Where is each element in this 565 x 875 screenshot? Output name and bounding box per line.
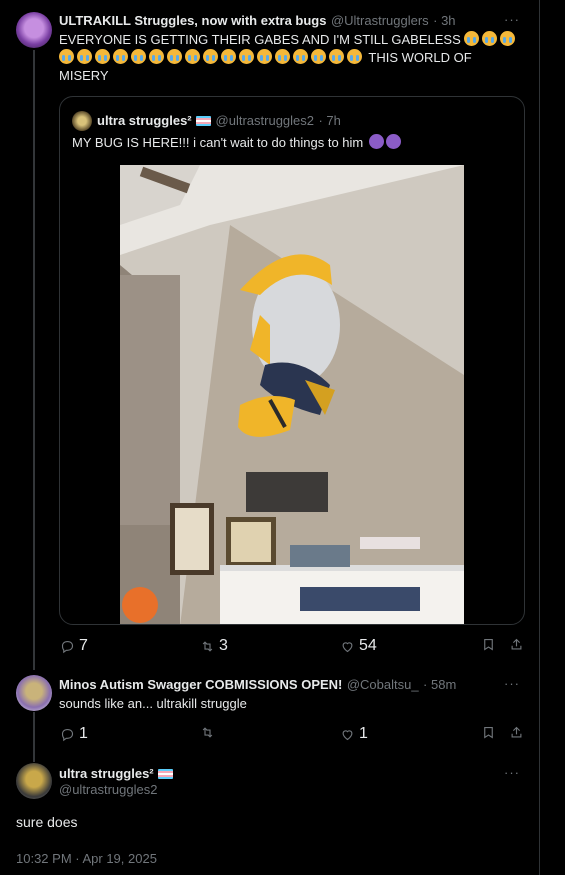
crying-emoji-icon bbox=[239, 49, 254, 64]
heart-icon bbox=[342, 729, 353, 740]
share-icon bbox=[511, 726, 522, 738]
display-name[interactable]: ultra struggles² bbox=[59, 766, 154, 781]
avatar[interactable] bbox=[16, 12, 52, 48]
repost-button[interactable] bbox=[200, 725, 219, 740]
quote-display-name[interactable]: ultra struggles² bbox=[97, 113, 192, 128]
crying-emoji-icon bbox=[329, 49, 344, 64]
post-text-line: THIS WORLD OF bbox=[368, 50, 472, 65]
crying-emoji-icon bbox=[464, 31, 480, 46]
reply-button[interactable]: 1 bbox=[60, 725, 88, 743]
crying-emoji-icon bbox=[131, 49, 146, 64]
crying-emoji-icon bbox=[221, 49, 236, 64]
heart-icon bbox=[342, 641, 353, 652]
bookmark-icon bbox=[484, 726, 493, 739]
quote-text-line: MY BUG IS HERE!!! i can't wait to do thi… bbox=[72, 135, 364, 150]
handle[interactable]: @Cobaltsu_ bbox=[347, 677, 419, 692]
crying-emoji-icon bbox=[500, 31, 516, 46]
crying-emoji-icon bbox=[203, 49, 218, 64]
post-time[interactable]: · 58m bbox=[423, 677, 456, 692]
like-button[interactable]: 1 bbox=[340, 725, 368, 743]
post-timestamp[interactable]: 10:32 PM · Apr 19, 2025 bbox=[16, 851, 157, 866]
crying-emoji-icon bbox=[257, 49, 272, 64]
quote-time[interactable]: · 7h bbox=[318, 113, 340, 128]
post-text: sure does bbox=[16, 814, 78, 830]
display-name[interactable]: Minos Autism Swagger COBMISSIONS OPEN! bbox=[59, 677, 342, 692]
post-original[interactable]: ULTRAKILL Struggles, now with extra bugs… bbox=[0, 0, 540, 665]
crying-emoji-icon bbox=[275, 49, 290, 64]
avatar[interactable] bbox=[16, 675, 52, 711]
crying-emoji-icon bbox=[95, 49, 110, 64]
trans-flag-icon bbox=[196, 116, 212, 126]
avatar[interactable] bbox=[16, 763, 52, 799]
reply-icon bbox=[61, 728, 74, 741]
quote-text: MY BUG IS HERE!!! i can't wait to do thi… bbox=[72, 134, 401, 152]
repost-icon bbox=[202, 727, 213, 738]
crying-emoji-icon bbox=[185, 49, 200, 64]
more-options-icon[interactable]: ··· bbox=[504, 676, 520, 691]
quote-handle[interactable]: @ultrastruggles2 bbox=[216, 113, 314, 128]
repost-count: 3 bbox=[219, 637, 228, 654]
reply-count: 1 bbox=[79, 725, 88, 742]
more-options-icon[interactable]: ··· bbox=[504, 12, 520, 27]
repost-button[interactable]: 3 bbox=[200, 637, 228, 655]
smiling-devil-emoji-icon bbox=[385, 134, 401, 149]
bookmark-icon bbox=[484, 638, 493, 651]
like-count: 1 bbox=[359, 725, 368, 742]
repost-icon bbox=[202, 640, 213, 652]
reply-icon bbox=[61, 640, 74, 653]
reply-button[interactable]: 7 bbox=[60, 637, 88, 655]
post-time[interactable]: · 3h bbox=[433, 13, 455, 28]
trans-flag-icon bbox=[158, 769, 174, 779]
crying-emoji-icon bbox=[149, 49, 164, 64]
crying-emoji-icon bbox=[59, 49, 74, 64]
display-name[interactable]: ULTRAKILL Struggles, now with extra bugs bbox=[59, 13, 326, 28]
crying-emoji-icon bbox=[293, 49, 308, 64]
handle[interactable]: @Ultrastrugglers bbox=[331, 13, 429, 28]
reply-count: 7 bbox=[79, 637, 88, 654]
bookmark-button[interactable] bbox=[481, 725, 496, 740]
like-count: 54 bbox=[359, 637, 377, 654]
post-text-line: MISERY bbox=[59, 68, 109, 83]
crying-emoji-icon bbox=[113, 49, 128, 64]
crying-emoji-icon bbox=[311, 49, 326, 64]
crying-emoji-icon bbox=[482, 31, 498, 46]
quote-avatar[interactable] bbox=[72, 111, 92, 131]
like-button[interactable]: 54 bbox=[340, 637, 377, 655]
share-button[interactable] bbox=[509, 725, 524, 740]
post-reply[interactable]: Minos Autism Swagger COBMISSIONS OPEN! @… bbox=[0, 665, 540, 755]
crying-emoji-icon bbox=[77, 49, 92, 64]
share-icon bbox=[511, 638, 522, 650]
post-text-line: EVERYONE IS GETTING THEIR GABES AND I'M … bbox=[59, 32, 461, 47]
post-focused[interactable]: ultra struggles² @ultrastruggles2 ··· su… bbox=[0, 755, 540, 875]
quoted-post[interactable]: ultra struggles² @ultrastruggles2 · 7h M… bbox=[59, 96, 525, 625]
handle[interactable]: @ultrastruggles2 bbox=[59, 782, 157, 797]
bookmark-button[interactable] bbox=[481, 637, 496, 652]
post-text: EVERYONE IS GETTING THEIR GABES AND I'M … bbox=[59, 31, 519, 85]
post-text: sounds like an... ultrakill struggle bbox=[59, 696, 247, 711]
photo-illustration bbox=[120, 165, 464, 624]
share-button[interactable] bbox=[509, 637, 524, 652]
crying-emoji-icon bbox=[347, 49, 362, 64]
smiling-devil-emoji-icon bbox=[368, 134, 384, 149]
more-options-icon[interactable]: ··· bbox=[504, 765, 520, 780]
crying-emoji-icon bbox=[167, 49, 182, 64]
quote-photo[interactable] bbox=[120, 165, 464, 624]
